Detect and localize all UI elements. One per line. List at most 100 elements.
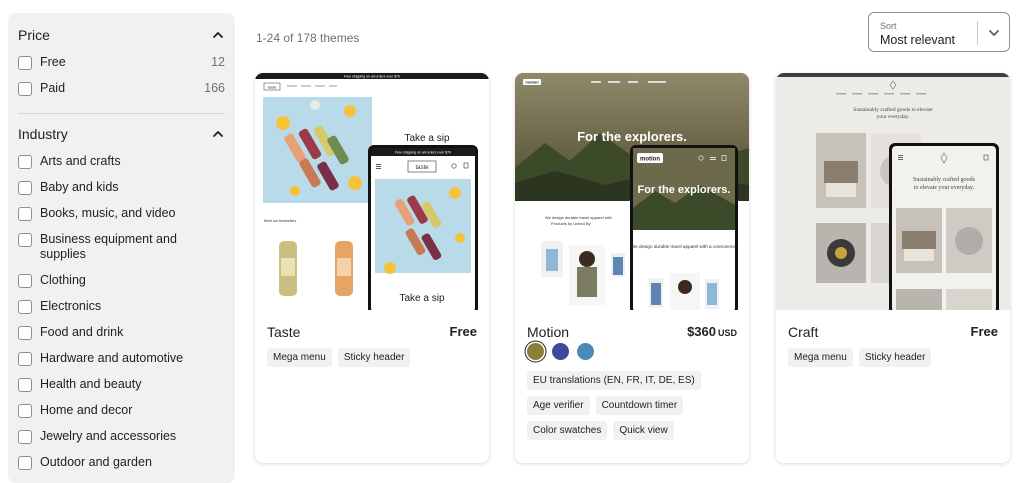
checkbox[interactable]	[18, 430, 32, 444]
theme-preview-motion[interactable]: motion For the explorers. We design dura…	[515, 73, 749, 310]
preview-mobile-headline: Take a sip	[399, 293, 444, 304]
sort-value: Most relevant	[880, 33, 956, 47]
filter-option-label: Outdoor and garden	[40, 455, 152, 469]
checkbox[interactable]	[18, 378, 32, 392]
feature-tags: Mega menu Sticky header	[788, 348, 1000, 367]
price-amount: Free	[449, 324, 477, 339]
color-swatch[interactable]	[552, 343, 569, 360]
filter-option-label: Health and beauty	[40, 377, 142, 391]
filter-option-label: Free	[40, 55, 66, 69]
price-currency: USD	[717, 328, 737, 338]
preview-headline-text: Sustainably crafted goods to elevate	[853, 106, 933, 113]
feature-tag: EU translations (EN, FR, IT, DE, ES)	[527, 371, 701, 390]
filter-option-health-and-beauty[interactable]: Health and beauty	[18, 377, 225, 403]
theme-name[interactable]: Taste	[267, 324, 300, 340]
filter-option-label: Hardware and automotive	[40, 351, 184, 365]
preview-headline: Take a sip	[404, 133, 449, 144]
theme-price: Free	[971, 324, 998, 339]
theme-price: Free	[450, 324, 477, 339]
filter-sidebar: Price Free 12 Paid 166 Industry Arts and…	[8, 13, 235, 483]
preview-logo: taste	[268, 85, 277, 90]
checkbox[interactable]	[18, 300, 32, 314]
color-swatch[interactable]	[527, 343, 544, 360]
filter-option-home-and-decor[interactable]: Home and decor	[18, 403, 225, 429]
theme-name[interactable]: Craft	[788, 324, 818, 340]
filter-option-free[interactable]: Free 12	[18, 55, 225, 81]
filter-option-hardware-automotive[interactable]: Hardware and automotive	[18, 351, 225, 377]
theme-preview-taste[interactable]: Free shipping on all orders over $70 tas…	[255, 73, 489, 310]
preview-mobile-logo: motion	[640, 157, 660, 163]
feature-tag: Age verifier	[527, 396, 590, 415]
checkbox[interactable]	[18, 82, 32, 96]
theme-name[interactable]: Motion	[527, 324, 569, 340]
filter-option-electronics[interactable]: Electronics	[18, 299, 225, 325]
mobile-preview: motion For the explorers. We design dura…	[630, 145, 738, 310]
preview-mobile-headline: For the explorers.	[638, 184, 731, 196]
theme-preview-craft[interactable]: Sustainably crafted goods to elevate your…	[776, 73, 1010, 310]
checkbox[interactable]	[18, 456, 32, 470]
filter-option-books-music-video[interactable]: Books, music, and video	[18, 206, 225, 232]
theme-card-craft[interactable]: Sustainably crafted goods to elevate your…	[776, 73, 1010, 463]
mobile-preview: Sustainably crafted goods to elevate your…	[889, 143, 999, 310]
theme-card-motion[interactable]: motion For the explorers. We design dura…	[515, 73, 749, 463]
checkbox[interactable]	[18, 352, 32, 366]
feature-tag: Mega menu	[267, 348, 332, 367]
filter-option-label: Jewelry and accessories	[40, 429, 177, 443]
preview-headline-line-2: your everyday.	[877, 114, 910, 120]
color-swatches	[527, 343, 594, 360]
filter-option-label: Home and decor	[40, 403, 133, 417]
preview-body: We design durable travel apparel with	[545, 215, 612, 220]
preview-mobile-announcement: Free shipping on all orders over $70	[395, 151, 451, 155]
filter-option-label: Arts and crafts	[40, 154, 121, 168]
preview-announcement: Free shipping on all orders over $70	[344, 75, 400, 79]
preview-logo: motion	[525, 80, 539, 85]
chevron-down-icon	[989, 30, 999, 36]
feature-tag: Mega menu	[788, 348, 853, 367]
filter-option-business-equipment[interactable]: Business equipment and supplies	[18, 232, 225, 273]
industry-filter-header[interactable]: Industry	[18, 114, 225, 154]
filter-option-label: Books, music, and video	[40, 206, 176, 220]
feature-tag: Sticky header	[858, 348, 932, 367]
checkbox[interactable]	[18, 56, 32, 70]
checkbox[interactable]	[18, 207, 32, 221]
feature-tag: Countdown timer	[595, 396, 684, 415]
feature-tags: Mega menu Sticky header	[267, 348, 479, 367]
feature-tag: Color swatches	[527, 421, 608, 440]
checkbox[interactable]	[18, 326, 32, 340]
filter-option-baby-and-kids[interactable]: Baby and kids	[18, 180, 225, 206]
preview-headline: For the explorers.	[577, 129, 687, 144]
sort-select[interactable]: Sort Most relevant	[868, 12, 1010, 52]
feature-tags: EU translations (EN, FR, IT, DE, ES) Age…	[527, 371, 739, 440]
chevron-up-icon	[213, 32, 223, 38]
filter-option-label: Food and drink	[40, 325, 124, 339]
filter-option-jewelry-accessories[interactable]: Jewelry and accessories	[18, 429, 225, 455]
feature-tag: Sticky header	[337, 348, 411, 367]
sort-divider	[977, 21, 978, 45]
preview-body-2: Products by United By	[551, 221, 591, 226]
checkbox[interactable]	[18, 404, 32, 418]
filter-option-count: 166	[204, 81, 225, 95]
checkbox[interactable]	[18, 181, 32, 195]
filter-option-label: Business equipment and supplies	[40, 232, 177, 261]
checkbox[interactable]	[18, 274, 32, 288]
filter-option-paid[interactable]: Paid 166	[18, 81, 225, 107]
preview-mobile-body: We design durable travel apparel with a …	[631, 244, 737, 249]
filter-option-arts-and-crafts[interactable]: Arts and crafts	[18, 154, 225, 180]
filter-option-label: Paid	[40, 81, 66, 95]
feature-tag: Quick view	[613, 421, 674, 440]
filter-option-food-and-drink[interactable]: Food and drink	[18, 325, 225, 351]
color-swatch[interactable]	[577, 343, 594, 360]
mobile-preview: Free shipping on all orders over $70 tas…	[368, 145, 478, 310]
price-filter-header[interactable]: Price	[18, 15, 225, 55]
filter-option-label: Clothing	[40, 273, 86, 287]
sort-label: Sort	[880, 21, 897, 31]
filter-option-clothing[interactable]: Clothing	[18, 273, 225, 299]
checkbox[interactable]	[18, 155, 32, 169]
price-amount: $360	[687, 324, 716, 339]
filter-option-outdoor-and-garden[interactable]: Outdoor and garden	[18, 455, 225, 481]
preview-mobile-logo: taste	[415, 165, 429, 171]
price-amount: Free	[970, 324, 998, 339]
checkbox[interactable]	[18, 233, 32, 247]
theme-card-taste[interactable]: Free shipping on all orders over $70 tas…	[255, 73, 489, 463]
filter-option-count: 12	[211, 55, 225, 69]
